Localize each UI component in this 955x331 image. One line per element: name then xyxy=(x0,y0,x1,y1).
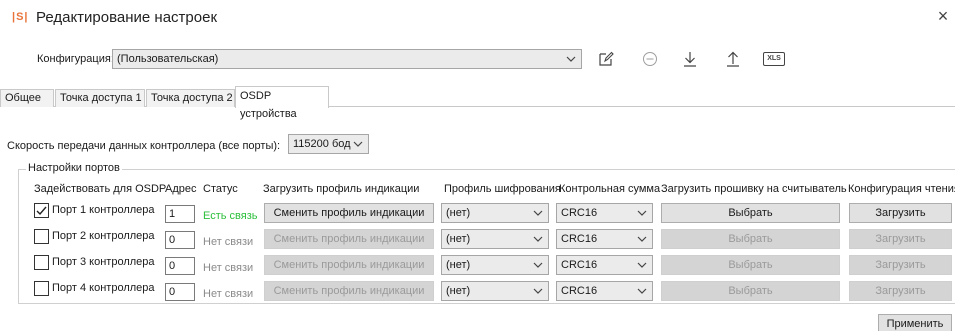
encryption-select[interactable]: (нет) xyxy=(441,203,549,223)
port-enable-checkbox[interactable] xyxy=(34,229,49,244)
chevron-down-icon xyxy=(637,288,647,294)
upload-icon[interactable] xyxy=(722,49,744,69)
change-indication-button[interactable]: Сменить профиль индикации xyxy=(264,203,434,223)
port-status: Нет связи xyxy=(203,262,254,274)
encryption-select[interactable]: (нет) xyxy=(441,281,549,301)
title-bar: |S| Редактирование настроек × xyxy=(0,0,955,40)
xls-icon[interactable]: XLS xyxy=(762,49,786,69)
tab-label: Точка доступа 1 xyxy=(60,92,142,104)
encryption-value: (нет) xyxy=(446,259,471,271)
port-label: Порт 3 контроллера xyxy=(52,256,155,268)
window-title: Редактирование настроек xyxy=(36,9,218,26)
header-indication: Загрузить профиль индикации xyxy=(263,183,420,195)
port-label: Порт 4 контроллера xyxy=(52,282,155,294)
checksum-value: CRC16 xyxy=(561,285,598,297)
header-read-config: Конфигурация чтения xyxy=(848,183,955,195)
apply-button[interactable]: Применить xyxy=(878,314,952,331)
read-config-load-button[interactable]: Загрузить xyxy=(849,229,952,249)
firmware-select-button[interactable]: Выбрать xyxy=(661,255,840,275)
port-enable-checkbox[interactable] xyxy=(34,203,49,218)
port-address-input[interactable]: 0 xyxy=(165,283,195,301)
firmware-select-button[interactable]: Выбрать xyxy=(661,203,840,223)
port-address-input[interactable]: 1 xyxy=(165,205,195,223)
header-address: Адрес xyxy=(165,183,197,195)
chevron-down-icon xyxy=(566,56,576,62)
encryption-select[interactable]: (нет) xyxy=(441,255,549,275)
header-status: Статус xyxy=(203,183,238,195)
checksum-value: CRC16 xyxy=(561,259,598,271)
chevron-down-icon xyxy=(533,288,543,294)
tab-strip: Общее Точка доступа 1 Точка доступа 2 OS… xyxy=(0,86,955,120)
read-config-load-button[interactable]: Загрузить xyxy=(849,203,952,223)
config-label: Конфигурация: xyxy=(37,53,114,65)
checksum-select[interactable]: CRC16 xyxy=(556,203,653,223)
tab-access-point-1[interactable]: Точка доступа 1 xyxy=(55,89,145,107)
tab-access-point-2[interactable]: Точка доступа 2 xyxy=(146,89,235,107)
chevron-down-icon xyxy=(637,262,647,268)
encryption-value: (нет) xyxy=(446,233,471,245)
tab-osdp-devices[interactable]: OSDP устройства xyxy=(235,86,329,120)
download-icon-glyph xyxy=(684,52,696,67)
port-status: Нет связи xyxy=(203,236,254,248)
tab-label: Точка доступа 2 xyxy=(151,92,233,104)
header-use-osdp: Задействовать для OSDP xyxy=(34,183,167,195)
download-icon[interactable] xyxy=(679,49,701,69)
header-firmware: Загрузить прошивку на считыватель xyxy=(661,183,847,195)
port-status: Есть связь xyxy=(203,210,258,222)
chevron-down-icon xyxy=(637,236,647,242)
chevron-down-icon xyxy=(637,210,647,216)
xls-icon-text: XLS xyxy=(763,52,785,66)
checksum-select[interactable]: CRC16 xyxy=(556,281,653,301)
edit-icon[interactable] xyxy=(595,49,617,69)
chevron-down-icon xyxy=(533,210,543,216)
port-enable-checkbox[interactable] xyxy=(34,255,49,270)
edit-icon-glyph xyxy=(599,51,614,66)
change-indication-button[interactable]: Сменить профиль индикации xyxy=(264,281,434,301)
config-value: (Пользовательская) xyxy=(117,53,219,65)
remove-icon[interactable] xyxy=(639,49,661,69)
port-status: Нет связи xyxy=(203,288,254,300)
read-config-load-button[interactable]: Загрузить xyxy=(849,281,952,301)
read-config-load-button[interactable]: Загрузить xyxy=(849,255,952,275)
checksum-value: CRC16 xyxy=(561,207,598,219)
tab-general[interactable]: Общее xyxy=(0,89,54,107)
tab-label: OSDP устройства xyxy=(240,90,297,120)
app-logo: |S| xyxy=(12,11,29,23)
port-address-input[interactable]: 0 xyxy=(165,231,195,249)
firmware-select-button[interactable]: Выбрать xyxy=(661,281,840,301)
change-indication-button[interactable]: Сменить профиль индикации xyxy=(264,255,434,275)
check-icon xyxy=(36,206,47,216)
speed-label: Скорость передачи данных контроллера (вс… xyxy=(7,140,281,152)
encryption-select[interactable]: (нет) xyxy=(441,229,549,249)
config-row: Конфигурация: (Пользовательская) XLS xyxy=(0,44,955,74)
checksum-select[interactable]: CRC16 xyxy=(556,229,653,249)
encryption-value: (нет) xyxy=(446,207,471,219)
chevron-down-icon xyxy=(353,141,363,147)
change-indication-button[interactable]: Сменить профиль индикации xyxy=(264,229,434,249)
config-select[interactable]: (Пользовательская) xyxy=(112,49,582,69)
ports-group-title: Настройки портов xyxy=(26,162,122,174)
remove-icon-glyph xyxy=(643,52,657,66)
port-enable-checkbox[interactable] xyxy=(34,281,49,296)
checksum-select[interactable]: CRC16 xyxy=(556,255,653,275)
speed-select[interactable]: 115200 бод xyxy=(288,134,369,154)
chevron-down-icon xyxy=(533,262,543,268)
header-encryption: Профиль шифрования xyxy=(444,183,561,195)
upload-icon-glyph xyxy=(727,51,739,67)
speed-value: 115200 бод xyxy=(293,138,351,150)
chevron-down-icon xyxy=(533,236,543,242)
port-label: Порт 1 контроллера xyxy=(52,204,155,216)
firmware-select-button[interactable]: Выбрать xyxy=(661,229,840,249)
tab-label: Общее xyxy=(5,92,42,104)
close-icon[interactable]: × xyxy=(934,6,952,28)
port-address-input[interactable]: 0 xyxy=(165,257,195,275)
encryption-value: (нет) xyxy=(446,285,471,297)
osdp-panel: Скорость передачи данных контроллера (вс… xyxy=(0,107,955,331)
checksum-value: CRC16 xyxy=(561,233,598,245)
header-checksum: Контрольная сумма xyxy=(559,183,661,195)
port-label: Порт 2 контроллера xyxy=(52,230,155,242)
